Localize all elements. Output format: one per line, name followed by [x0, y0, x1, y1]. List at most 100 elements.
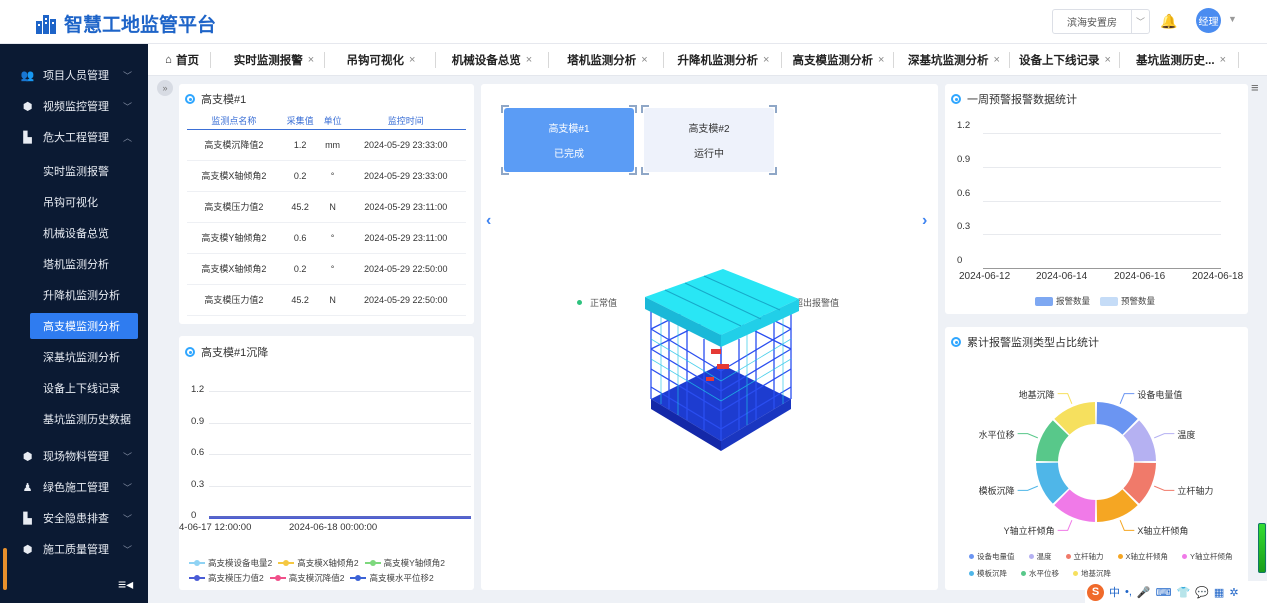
sidebar-subitem-5[interactable]: 高支模监测分析 — [30, 313, 138, 339]
sidebar-item-bottom-3[interactable]: ⬢ 施工质量管理 ﹀ — [0, 535, 148, 563]
tab-5[interactable]: 升降机监测分析 × — [670, 44, 777, 76]
sidebar-item-bottom-0[interactable]: ⬢ 现场物料管理 ﹀ — [0, 442, 148, 470]
pie-label: 水平位移 — [978, 429, 1015, 440]
close-icon[interactable]: × — [526, 54, 532, 66]
legend-item[interactable]: X轴立杆倾角 — [1117, 551, 1176, 562]
tab-1[interactable]: 实时监测报警 × — [228, 44, 320, 76]
legend-item[interactable]: 立杆轴力 — [1065, 551, 1111, 562]
settings-icon[interactable]: ✲ — [1229, 586, 1238, 599]
bell-icon[interactable]: 🔔 — [1160, 13, 1177, 30]
close-icon[interactable]: × — [1105, 54, 1111, 66]
close-icon[interactable]: × — [409, 54, 415, 66]
more-menu-icon[interactable]: ≡ — [1251, 80, 1259, 95]
caret-down-icon[interactable]: ▼ — [1228, 14, 1237, 24]
scrollbar-thumb[interactable] — [1258, 523, 1266, 573]
chevron-right-icon[interactable]: › — [922, 212, 927, 230]
sidebar-subitem-7[interactable]: 设备上下线记录 — [30, 375, 138, 401]
tab-3[interactable]: 机械设备总览 × — [440, 44, 544, 76]
sidebar-subitem-2[interactable]: 机械设备总览 — [30, 220, 138, 246]
chart-legend-row: 高支模设备电量2 高支模X轴倾角2 高支模Y轴倾角2 — [189, 557, 451, 569]
close-icon[interactable]: × — [308, 54, 314, 66]
microphone-icon[interactable]: 🎤 — [1137, 586, 1151, 599]
project-select[interactable]: 滨海安置房 ﹀ — [1052, 9, 1150, 34]
chevron-icon: ︿ — [123, 132, 133, 143]
keyboard-icon[interactable]: ⌨ — [1156, 586, 1172, 599]
sidebar-subitem-1[interactable]: 吊钩可视化 — [30, 189, 138, 215]
device-card-1[interactable]: 高支模#2 运行中 — [641, 105, 777, 175]
legend-item[interactable]: 高支模水平位移2 — [350, 572, 434, 584]
tab-4[interactable]: 塔机监测分析 × — [556, 44, 659, 76]
sidebar-item-bottom-2[interactable]: ▙ 安全隐患排查 ﹀ — [0, 504, 148, 532]
ime-mode-label[interactable]: 中 — [1109, 584, 1120, 600]
sidebar-item-label: 项目人员管理 — [43, 70, 109, 82]
legend-item[interactable]: 水平位移 — [1021, 568, 1066, 579]
tab-6[interactable]: 高支模监测分析 × — [788, 44, 889, 76]
device-card-0[interactable]: 高支模#1 已完成 — [501, 105, 637, 175]
chevron-left-icon[interactable]: ‹ — [486, 212, 491, 230]
tab-9[interactable]: 基坑监测历史... × — [1127, 44, 1235, 76]
table-cell: ° — [319, 253, 346, 285]
legend-label: Y轴立杆倾角 — [1190, 552, 1233, 561]
legend-label: 高支模X轴倾角2 — [297, 558, 359, 568]
sidebar-item-label: 危大工程管理 — [43, 132, 109, 144]
sidebar-item-bottom-1[interactable]: ♟ 绿色施工管理 ﹀ — [0, 473, 148, 501]
legend-item[interactable]: 模板沉降 — [969, 568, 1014, 579]
sidebar-subitem-4[interactable]: 升降机监测分析 — [30, 282, 138, 308]
sidebar-subitem-3[interactable]: 塔机监测分析 — [30, 251, 138, 277]
chat-icon[interactable]: 💬 — [1195, 586, 1209, 599]
sidebar-item-2[interactable]: ▙ 危大工程管理 ︿ — [0, 123, 148, 151]
card-corner — [641, 105, 649, 113]
close-icon[interactable]: × — [641, 54, 647, 66]
sidebar-resize-handle[interactable] — [3, 548, 7, 590]
close-icon[interactable]: × — [763, 54, 769, 66]
legend-dot-icon — [1117, 554, 1123, 559]
legend-item[interactable]: 温度 — [1028, 551, 1059, 562]
table-cell: 2024-05-29 22:50:00 — [345, 253, 466, 285]
close-icon[interactable]: × — [994, 54, 1000, 66]
app-logo[interactable]: 智慧工地监管平台 — [34, 10, 216, 37]
device-card-body: 高支模#2 运行中 — [644, 108, 774, 172]
collapse-panel-icon[interactable]: » — [157, 80, 173, 96]
sogou-ime-icon[interactable]: S — [1087, 583, 1104, 601]
table-row: 高支模X轴倾角2 0.2 ° 2024-05-29 23:33:00 — [187, 160, 466, 192]
sidebar-item-0[interactable]: 👥 项目人员管理 ﹀ — [0, 61, 148, 89]
bar-plot-area — [945, 84, 1248, 314]
pie-label-line — [1154, 433, 1175, 439]
sidebar-collapse-icon[interactable]: ≡◂ — [118, 576, 133, 593]
sidebar-subitem-0[interactable]: 实时监测报警 — [30, 158, 138, 184]
tab-8[interactable]: 设备上下线记录 × — [1015, 44, 1115, 76]
app-title: 智慧工地监管平台 — [64, 15, 217, 36]
grid-icon[interactable]: ▦ — [1214, 586, 1224, 599]
close-icon[interactable]: × — [1220, 54, 1226, 66]
tab-2[interactable]: 吊钩可视化 × — [331, 44, 431, 76]
tab-0[interactable]: ⌂ 首页 — [158, 44, 206, 76]
legend-line-icon — [364, 560, 381, 566]
table-cell: 高支模Y轴倾角2 — [187, 222, 281, 254]
table-row: 高支模压力值2 45.2 N 2024-05-29 22:50:00 — [187, 284, 466, 316]
legend-item[interactable]: 高支模Y轴倾角2 — [364, 557, 445, 569]
formwork-3d-model[interactable] — [631, 269, 811, 459]
legend-item[interactable]: 高支模X轴倾角2 — [278, 557, 359, 569]
sidebar-subitem-8[interactable]: 基坑监测历史数据 — [30, 406, 138, 432]
punctuation-icon[interactable]: •, — [1125, 586, 1132, 598]
legend-label: 高支模设备电量2 — [208, 558, 273, 568]
legend-item[interactable]: Y轴立杆倾角 — [1182, 551, 1240, 562]
legend-line-icon — [269, 575, 286, 581]
legend-item[interactable]: 报警数量 — [1035, 295, 1090, 307]
legend-item[interactable]: 地基沉降 — [1073, 568, 1118, 579]
sidebar-item-1[interactable]: ⬢ 视频监控管理 ﹀ — [0, 92, 148, 120]
legend-item[interactable]: 设备电量值 — [969, 551, 1022, 562]
legend-item[interactable]: 高支模压力值2 — [189, 572, 264, 584]
chevron-icon: ﹀ — [123, 544, 133, 555]
sidebar-subitem-6[interactable]: 深基坑监测分析 — [30, 344, 138, 370]
legend-dot-icon — [1182, 554, 1188, 559]
card-corner — [501, 105, 509, 113]
legend-item[interactable]: 高支模沉降值2 — [269, 572, 344, 584]
skin-icon[interactable]: 👕 — [1177, 586, 1191, 599]
tab-7[interactable]: 深基坑监测分析 × — [903, 44, 1005, 76]
legend-item[interactable]: 预警数量 — [1100, 295, 1155, 307]
close-icon[interactable]: × — [878, 54, 884, 66]
avatar[interactable]: 经理 — [1196, 8, 1221, 33]
table-cell: 高支模压力值2 — [187, 284, 281, 316]
legend-item[interactable]: 高支模设备电量2 — [189, 557, 272, 569]
